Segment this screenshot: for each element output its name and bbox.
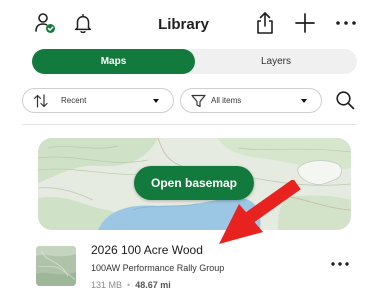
top-bar: Library (0, 0, 367, 44)
sort-arrows-icon (33, 94, 49, 113)
maps-layers-segmented-control: Maps Layers (32, 49, 357, 74)
map-size: 131 MB (91, 280, 123, 290)
chevron-down-icon (301, 99, 307, 103)
divider (22, 124, 357, 125)
plus-icon[interactable] (292, 10, 318, 36)
type-filter-dropdown[interactable]: All items (180, 88, 322, 113)
sort-label: Recent (61, 96, 87, 105)
filter-funnel-icon (191, 94, 206, 113)
open-basemap-button[interactable]: Open basemap (134, 166, 254, 200)
map-meta: 131 MB • 48.67 mi (91, 280, 171, 290)
basemap-card[interactable]: Open basemap (38, 138, 351, 230)
sort-dropdown[interactable]: Recent (22, 88, 174, 113)
type-filter-label: All items (211, 96, 242, 105)
more-horizontal-icon[interactable] (333, 10, 359, 36)
list-item[interactable]: 2026 100 Acre Wood 100AW Performance Ral… (0, 236, 367, 290)
search-icon[interactable] (333, 88, 357, 112)
separator-dot: • (127, 280, 131, 290)
tab-layers[interactable]: Layers (195, 49, 357, 74)
map-distance: 48.67 mi (135, 280, 171, 290)
more-horizontal-icon[interactable] (328, 256, 352, 272)
map-title: 2026 100 Acre Wood (91, 243, 203, 257)
share-icon[interactable] (252, 10, 278, 36)
map-thumbnail (36, 246, 76, 286)
tab-maps[interactable]: Maps (32, 49, 195, 74)
chevron-down-icon (153, 99, 159, 103)
map-subtitle: 100AW Performance Rally Group (91, 263, 225, 273)
